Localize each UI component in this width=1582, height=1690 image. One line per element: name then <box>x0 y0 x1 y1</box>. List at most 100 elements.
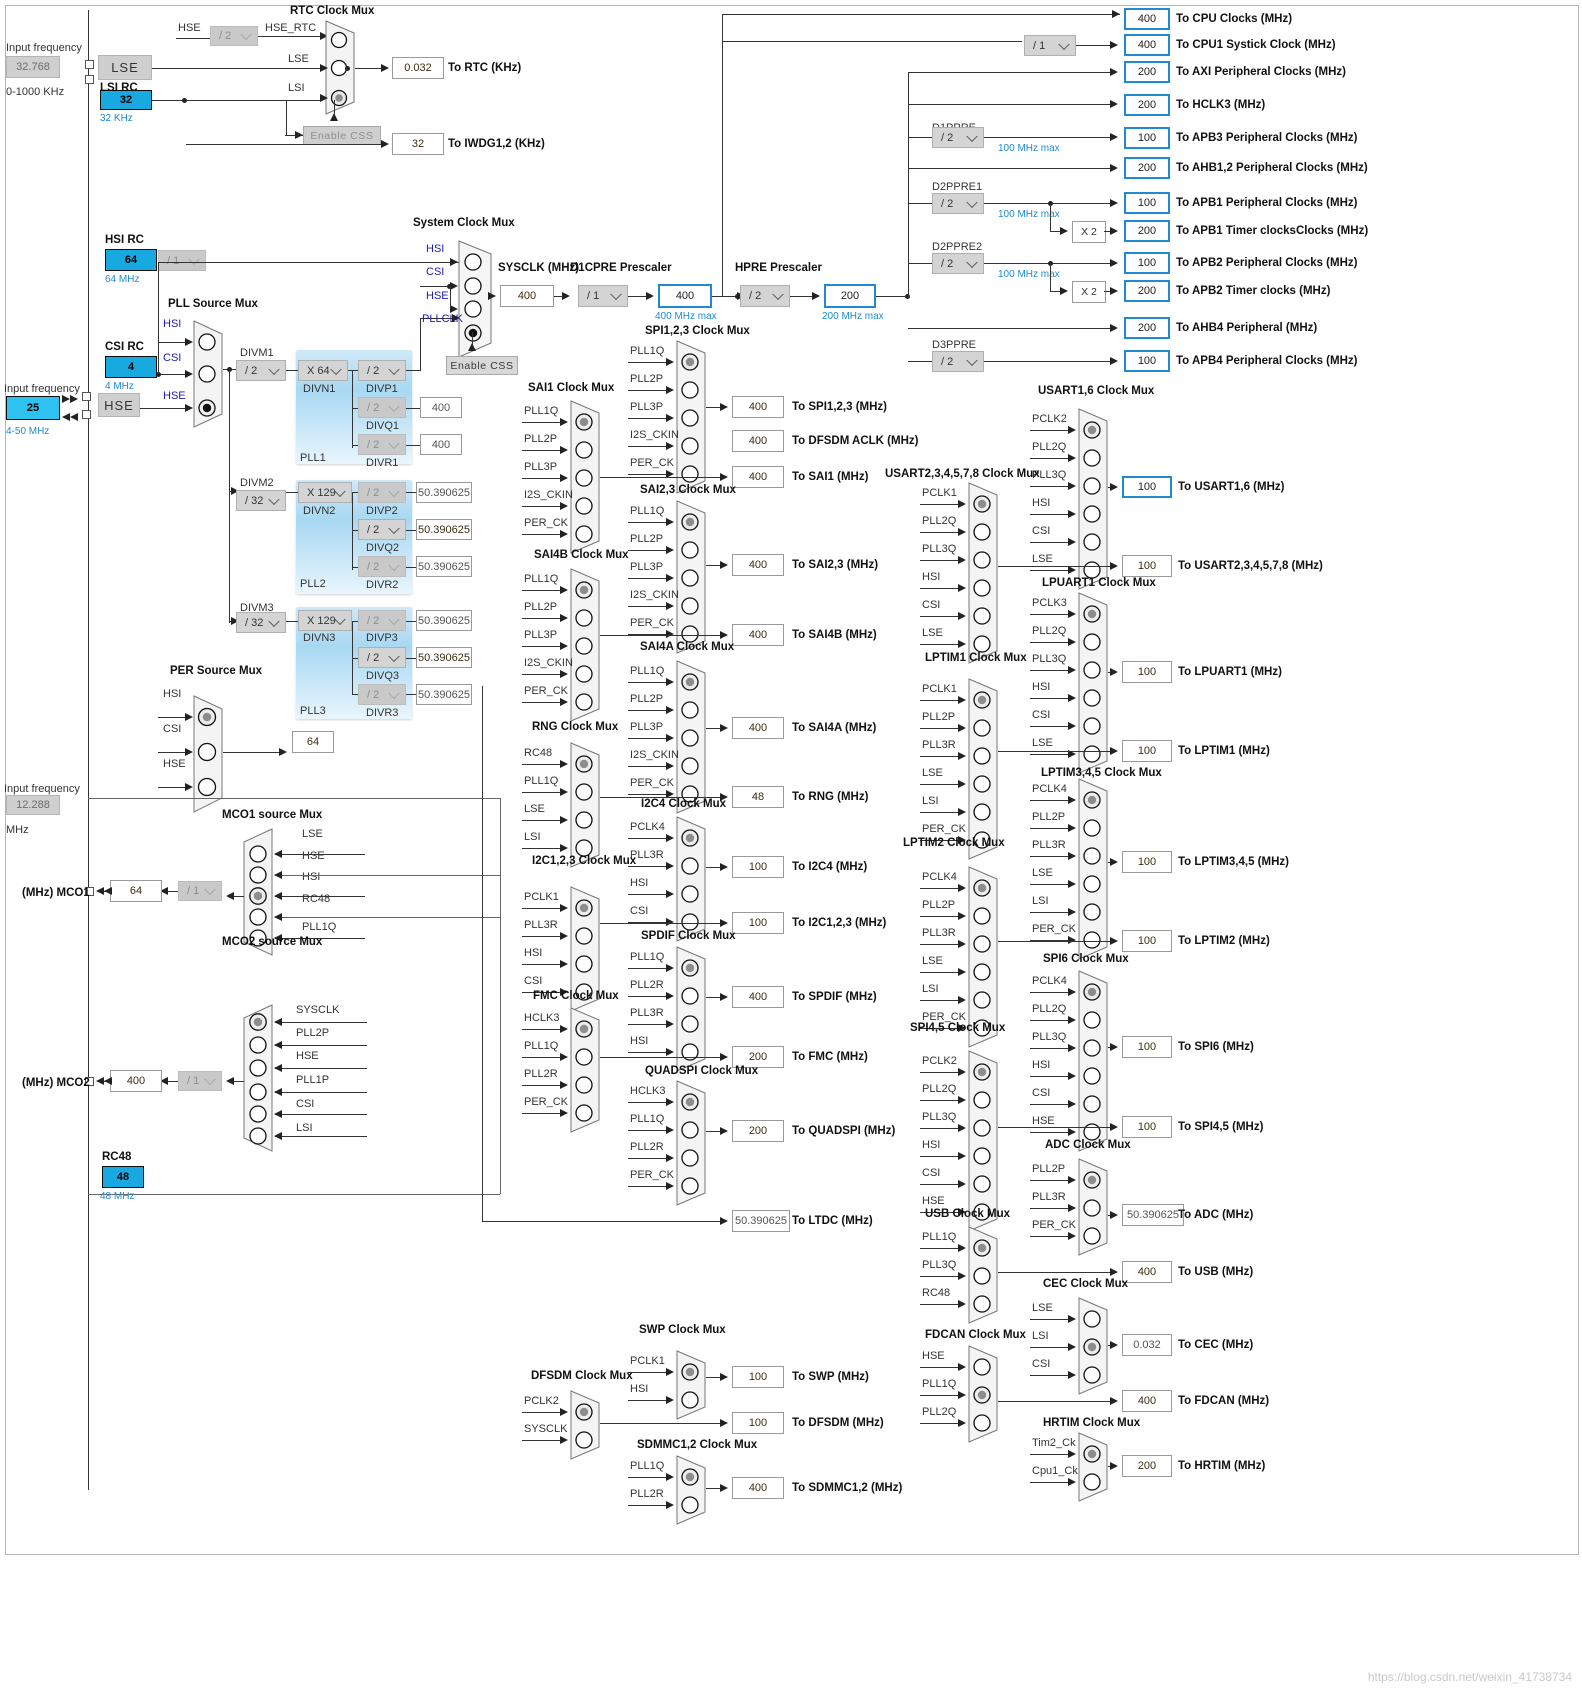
divm3-select[interactable]: / 32 <box>236 612 286 633</box>
divr1-output[interactable]: 400 <box>420 434 462 455</box>
out-ltdc-value[interactable]: 50.390625 <box>732 1210 790 1232</box>
out-lpuart1-value[interactable]: 100 <box>1122 661 1172 683</box>
out-i2c4-value[interactable]: 100 <box>732 856 784 878</box>
mco1-value[interactable]: 64 <box>110 880 162 902</box>
divr3-output[interactable]: 50.390625 <box>416 684 472 705</box>
per-source-mux[interactable] <box>193 695 223 813</box>
divm1-select[interactable]: / 2 <box>236 360 286 381</box>
lse-input-frequency[interactable]: 32.768 <box>6 56 60 78</box>
out-quadspi-value[interactable]: 200 <box>732 1120 784 1142</box>
d1ppre-select[interactable]: / 2 <box>932 127 984 148</box>
spdif-clock-mux[interactable] <box>676 946 706 1072</box>
divr2-select[interactable]: / 2 <box>358 556 406 577</box>
out-rng-value[interactable]: 48 <box>732 786 784 808</box>
lptim2-clock-mux[interactable] <box>968 866 998 1048</box>
out-lptim2-value[interactable]: 100 <box>1122 930 1172 952</box>
out-dfsdm-value[interactable]: 100 <box>732 1412 784 1434</box>
d3ppre-select[interactable]: / 2 <box>932 351 984 372</box>
fmc-clock-mux[interactable] <box>570 1007 600 1133</box>
sysclk-value[interactable]: 400 <box>500 285 554 307</box>
sai1-clock-mux[interactable] <box>570 400 600 554</box>
spi6-clock-mux[interactable] <box>1078 970 1108 1152</box>
per-source-output[interactable]: 64 <box>292 731 334 753</box>
out-sai4a-value[interactable]: 400 <box>732 717 784 739</box>
lse-osc-button[interactable]: LSE <box>98 55 152 80</box>
out-sai1-value[interactable]: 400 <box>732 466 784 488</box>
divq2-output[interactable]: 50.390625 <box>416 519 472 540</box>
mco2-divider[interactable]: / 1 <box>178 1071 222 1091</box>
out-apb4-value[interactable]: 100 <box>1124 350 1170 372</box>
rng-clock-mux[interactable] <box>570 742 600 868</box>
divn1-select[interactable]: X 64 <box>298 360 348 381</box>
divq1-select[interactable]: / 2 <box>358 397 406 418</box>
out-rtc-value[interactable]: 0.032 <box>392 57 444 79</box>
system-clock-mux[interactable] <box>458 240 492 358</box>
rc48-value[interactable]: 48 <box>102 1166 144 1188</box>
mco2-value[interactable]: 400 <box>110 1070 162 1092</box>
fdcan-clock-mux[interactable] <box>968 1345 998 1443</box>
out-axi-value[interactable]: 200 <box>1124 61 1170 83</box>
out-apb2-timer-value[interactable]: 200 <box>1124 280 1170 302</box>
hse-input-frequency[interactable]: 25 <box>6 396 60 420</box>
out-spi6-value[interactable]: 100 <box>1122 1036 1172 1058</box>
out-apb1-timer-value[interactable]: 200 <box>1124 220 1170 242</box>
divr1-select[interactable]: / 2 <box>358 434 406 455</box>
rtc-enable-css-button[interactable]: Enable CSS <box>303 126 381 145</box>
divq1-output[interactable]: 400 <box>420 397 462 418</box>
lpuart1-clock-mux[interactable] <box>1078 592 1108 774</box>
divq3-output[interactable]: 50.390625 <box>416 647 472 668</box>
out-i2c123-value[interactable]: 100 <box>732 912 784 934</box>
divp3-select[interactable]: / 2 <box>358 610 406 631</box>
csi-value[interactable]: 4 <box>105 356 157 378</box>
lsi-value[interactable]: 32 <box>100 90 152 110</box>
divq2-select[interactable]: / 2 <box>358 519 406 540</box>
divm2-select[interactable]: / 32 <box>236 490 286 511</box>
sysclk-enable-css-button[interactable]: Enable CSS <box>446 356 518 375</box>
hpre-select[interactable]: / 2 <box>740 285 790 307</box>
out-sai4b-value[interactable]: 400 <box>732 624 784 646</box>
out-ahb4-value[interactable]: 200 <box>1124 317 1170 339</box>
hpre-output[interactable]: 200 <box>824 284 876 308</box>
out-usart16-value[interactable]: 100 <box>1122 476 1172 498</box>
d1cpre-select[interactable]: / 1 <box>578 285 628 307</box>
out-lptim345-value[interactable]: 100 <box>1122 851 1172 873</box>
d1cpre-output[interactable]: 400 <box>658 284 712 308</box>
out-cpu-clocks-value[interactable]: 400 <box>1124 8 1170 30</box>
hsi-value[interactable]: 64 <box>105 249 157 271</box>
divr2-output[interactable]: 50.390625 <box>416 556 472 577</box>
out-spi45-value[interactable]: 100 <box>1122 1116 1172 1138</box>
out-ahb12-value[interactable]: 200 <box>1124 157 1170 179</box>
rtc-clock-mux[interactable] <box>325 20 355 115</box>
out-dfsdm_aclk-value[interactable]: 400 <box>732 430 784 452</box>
divp1-select[interactable]: / 2 <box>358 360 406 381</box>
out-iwdg-value[interactable]: 32 <box>392 133 444 155</box>
cpu1-systick-select[interactable]: / 1 <box>1024 35 1076 56</box>
out-cpu1-systick-value[interactable]: 400 <box>1124 34 1170 56</box>
out-adc-value[interactable]: 50.390625 <box>1122 1204 1184 1226</box>
divq3-select[interactable]: / 2 <box>358 647 406 668</box>
quadspi-clock-mux[interactable] <box>676 1080 706 1206</box>
divp3-output[interactable]: 50.390625 <box>416 610 472 631</box>
out-usb-value[interactable]: 400 <box>1122 1261 1172 1283</box>
out-swp-value[interactable]: 100 <box>732 1366 784 1388</box>
d2ppre2-select[interactable]: / 2 <box>932 253 984 274</box>
i2s-input-frequency[interactable]: 12.288 <box>6 795 60 815</box>
out-fdcan-value[interactable]: 400 <box>1122 1390 1172 1412</box>
usart234578-clock-mux[interactable] <box>968 482 998 664</box>
dfsdm-clock-mux[interactable] <box>570 1390 600 1460</box>
hrtim-clock-mux[interactable] <box>1078 1432 1108 1502</box>
out-hrtim-value[interactable]: 200 <box>1122 1455 1172 1477</box>
divn2-select[interactable]: X 129 <box>298 482 352 503</box>
pll-source-mux[interactable] <box>193 320 223 428</box>
out-lptim1-value[interactable]: 100 <box>1122 740 1172 762</box>
spi45-clock-mux[interactable] <box>968 1050 998 1232</box>
out-spdif-value[interactable]: 400 <box>732 986 784 1008</box>
d2ppre1-select[interactable]: / 2 <box>932 193 984 214</box>
divp2-output[interactable]: 50.390625 <box>416 482 472 503</box>
lptim345-clock-mux[interactable] <box>1078 778 1108 960</box>
sdmmc12-clock-mux[interactable] <box>676 1455 706 1525</box>
out-apb2-value[interactable]: 100 <box>1124 252 1170 274</box>
hse-osc-button[interactable]: HSE <box>98 393 140 417</box>
out-apb3-value[interactable]: 100 <box>1124 127 1170 149</box>
mco1-divider[interactable]: / 1 <box>178 881 222 901</box>
